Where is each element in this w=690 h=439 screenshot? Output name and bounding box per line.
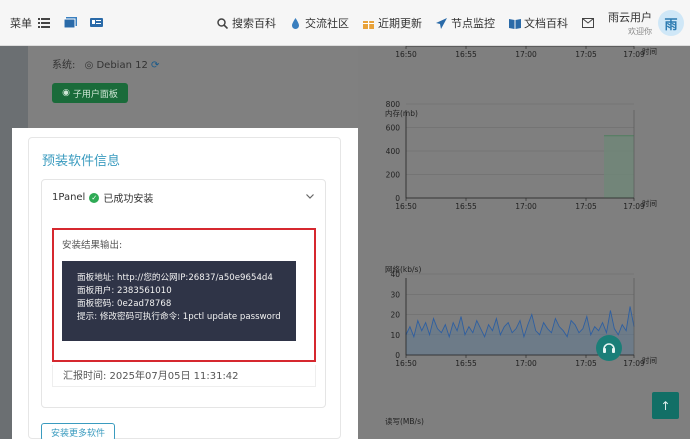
- sub-user-panel-label: 子用户面板: [72, 89, 118, 100]
- nav-label: 文档百科: [524, 17, 568, 30]
- x-tick-label: 17:05: [575, 202, 597, 211]
- x-axis-label: 时间: [642, 46, 657, 56]
- x-tick-label: 16:55: [455, 202, 477, 211]
- system-label: 系统:: [52, 60, 76, 71]
- x-axis-label: 时间: [642, 198, 657, 208]
- arrow-up-icon: ↑: [660, 398, 671, 413]
- debian-icon: ◎: [84, 60, 94, 71]
- y-tick-label: 800: [386, 100, 401, 109]
- mail-icon: [582, 17, 594, 29]
- headset-icon: [603, 343, 615, 353]
- support-chat-button[interactable]: [596, 335, 622, 361]
- user-name: 雨云用户: [608, 11, 652, 24]
- x-tick-label: 17:00: [515, 202, 537, 211]
- search-icon: [217, 17, 229, 29]
- avatar[interactable]: 雨: [658, 10, 684, 36]
- sub-user-panel-button[interactable]: ◉ 子用户面板: [52, 83, 128, 103]
- refresh-icon[interactable]: ⟳: [151, 60, 159, 71]
- system-line: 系统: ◎ Debian 12 ⟳: [52, 56, 159, 71]
- y-tick-label: 200: [386, 171, 401, 180]
- y-tick-label: 600: [386, 124, 401, 133]
- gift-icon: [363, 18, 374, 29]
- y-tick-label: 400: [386, 147, 401, 156]
- y-tick-label: 30: [390, 290, 400, 299]
- chevron-down-icon[interactable]: [306, 192, 314, 201]
- nav-label: 节点监控: [451, 17, 495, 30]
- top-navbar: 菜单 搜索百科 交流社区 近期更新 节点监控 文档百科 雨云用户 欢迎你 雨: [0, 0, 690, 46]
- x-axis-label: 时间: [642, 355, 657, 365]
- x-tick-label: 16:50: [395, 50, 417, 59]
- mail-button[interactable]: [582, 17, 594, 29]
- output-line: 面板密码: 0e2ad78768: [77, 299, 172, 309]
- book-icon: [509, 18, 521, 29]
- dashboard-icon: ◉: [62, 88, 70, 98]
- nav-label: 近期更新: [378, 17, 422, 30]
- user-role: 欢迎你: [628, 27, 652, 36]
- y-tick-label: 40: [390, 270, 400, 279]
- nav-search[interactable]: 搜索百科: [217, 15, 276, 31]
- nav-community[interactable]: 交流社区: [290, 15, 349, 31]
- nav-label: 搜索百科: [232, 17, 276, 30]
- output-line: 面板地址: http://您的公网IP:26837/a50e9654d4: [77, 273, 273, 283]
- system-value: Debian 12: [96, 60, 148, 71]
- install-status: 已成功安装: [103, 194, 154, 205]
- chart-title: 内存(mb): [385, 108, 418, 118]
- chart-title: 读写(MB/s): [385, 416, 424, 426]
- x-tick-label: 17:00: [515, 359, 537, 368]
- nav-monitor[interactable]: 节点监控: [436, 15, 495, 31]
- back-to-top-button[interactable]: ↑: [652, 392, 679, 419]
- check-icon: ✓: [89, 192, 100, 203]
- nav-label: 交流社区: [305, 17, 349, 30]
- y-tick-label: 10: [390, 331, 400, 340]
- x-tick-label: 17:05: [575, 359, 597, 368]
- x-tick-label: 16:55: [455, 50, 477, 59]
- output-line: 面板用户: 2383561010: [77, 286, 172, 296]
- install-output-terminal: 面板地址: http://您的公网IP:26837/a50e9654d4 面板用…: [62, 261, 296, 341]
- user-info[interactable]: 雨云用户 欢迎你: [608, 9, 652, 37]
- x-tick-label: 17:05: [575, 50, 597, 59]
- nav-updates[interactable]: 近期更新: [363, 15, 422, 31]
- gallery-icon[interactable]: [63, 17, 77, 29]
- nav-docs[interactable]: 文档百科: [509, 15, 568, 31]
- send-icon: [436, 17, 447, 29]
- software-header[interactable]: 1Panel ✓ 已成功安装: [52, 190, 153, 205]
- output-label: 安装结果输出:: [62, 240, 123, 251]
- menu-label[interactable]: 菜单: [10, 15, 32, 31]
- output-line: 提示: 修改密码可执行命令: 1pctl update password: [77, 312, 281, 322]
- install-more-software-button[interactable]: 安装更多软件: [41, 423, 115, 439]
- monitor-charts: 16:50 16:55 17:00 17:05 17:09 时间 内存(mb) 0 200 400…: [358, 45, 690, 439]
- software-name: 1Panel: [52, 192, 86, 203]
- x-tick-label: 17:00: [515, 50, 537, 59]
- memory-area: [604, 135, 634, 198]
- x-tick-label: 16:50: [395, 359, 417, 368]
- x-tick-label: 16:55: [455, 359, 477, 368]
- report-time: 汇报时间: 2025年07月05日 11:31:42: [52, 365, 316, 387]
- drop-icon: [290, 17, 301, 29]
- x-tick-label: 16:50: [395, 202, 417, 211]
- card-title: 预装软件信息: [42, 154, 121, 169]
- charts-canvas: 16:50 16:55 17:00 17:05 17:09时间内存(mb)0200400…: [385, 45, 657, 426]
- list-icon[interactable]: [38, 17, 50, 28]
- id-card-icon[interactable]: [90, 17, 103, 28]
- y-tick-label: 20: [390, 311, 400, 320]
